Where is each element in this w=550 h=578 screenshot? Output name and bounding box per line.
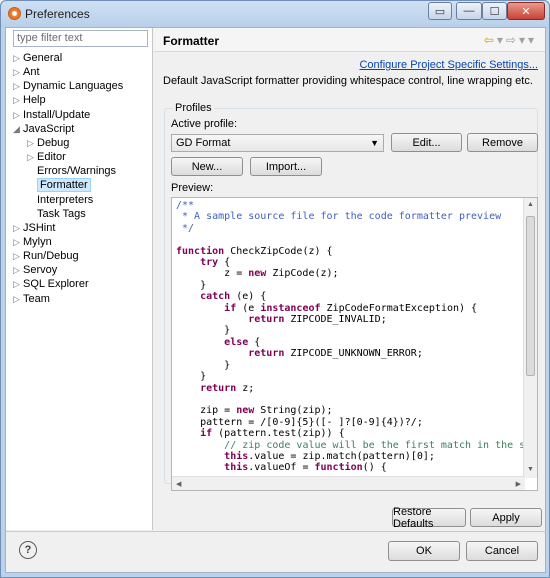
tree-item[interactable]: ▷ Run/Debug	[13, 249, 79, 263]
separator	[6, 531, 547, 532]
chevron-down-icon: ▼	[370, 138, 379, 148]
ok-button[interactable]: OK	[388, 541, 460, 561]
collapsed-twisty-icon[interactable]: ▷	[13, 221, 23, 235]
collapsed-twisty-icon[interactable]: ▷	[13, 65, 23, 79]
project-settings-link[interactable]: Configure Project Specific Settings...	[359, 59, 538, 71]
page-header: Formatter ⇦▾⇨▾▾	[154, 28, 545, 52]
tree-item-label: Servoy	[23, 264, 58, 277]
tree-item[interactable]: ▷ Ant	[13, 65, 40, 79]
page-title: Formatter	[163, 34, 220, 48]
preference-page: Formatter ⇦▾⇨▾▾ Configure Project Specif…	[154, 28, 545, 530]
tree-item[interactable]: Formatter	[27, 178, 91, 193]
tree-item-label: SQL Explorer	[23, 278, 89, 291]
close-button[interactable]: ✕	[507, 2, 545, 20]
tree-item[interactable]: ▷ Team	[13, 292, 50, 306]
filter-input[interactable]: type filter text	[13, 30, 148, 47]
scroll-right-icon[interactable]: ▶	[516, 480, 521, 488]
tree-item-label: Editor	[37, 151, 66, 164]
preview-label: Preview:	[171, 182, 214, 194]
tree-item[interactable]: ▷ Servoy	[13, 263, 57, 277]
import-button[interactable]: Import...	[250, 157, 322, 176]
collapsed-twisty-icon[interactable]: ▷	[13, 263, 23, 277]
tree-item-label: Debug	[37, 136, 70, 149]
tree-item[interactable]: ▷ SQL Explorer	[13, 277, 89, 291]
new-button[interactable]: New...	[171, 157, 243, 176]
scroll-left-icon[interactable]: ◀	[176, 480, 181, 488]
collapsed-twisty-icon[interactable]: ▷	[13, 51, 23, 65]
collapsed-twisty-icon[interactable]: ▷	[13, 93, 23, 107]
tree-item-label: Task Tags	[37, 207, 86, 220]
collapsed-twisty-icon[interactable]: ▷	[13, 277, 23, 291]
active-profile-label: Active profile:	[171, 118, 238, 130]
collapsed-twisty-icon[interactable]: ▷	[27, 136, 37, 150]
active-profile-select[interactable]: GD Format ▼	[171, 134, 384, 152]
restore-icon[interactable]: ▭	[428, 2, 452, 20]
tree-item[interactable]: ▷ JSHint	[13, 221, 55, 235]
tree-item[interactable]: Interpreters	[27, 193, 93, 207]
tree-item[interactable]: ▷ Editor	[27, 150, 66, 164]
collapsed-twisty-icon[interactable]: ▷	[13, 249, 23, 263]
tree-item-label: Formatter	[37, 178, 91, 193]
code-preview-text: /** * A sample source file for the code …	[176, 200, 538, 474]
preferences-window: Preferences ▭ — ☐ ✕ type filter text ▷ Ge…	[0, 0, 550, 578]
help-icon[interactable]: ?	[19, 541, 37, 559]
preference-tree: type filter text ▷ General ▷ Ant ▷ Dynamic La…	[6, 28, 153, 530]
scroll-down-icon[interactable]: ▼	[527, 466, 534, 473]
tree-item[interactable]: ▷ Debug	[27, 136, 69, 150]
tree-item-label: Mylyn	[23, 235, 52, 248]
tree-item-label: Dynamic Languages	[23, 80, 124, 93]
tree-item[interactable]: Errors/Warnings	[27, 164, 116, 178]
tree-item-label: Interpreters	[37, 193, 94, 206]
cancel-button[interactable]: Cancel	[466, 541, 538, 561]
restore-defaults-button[interactable]: Restore Defaults	[392, 506, 466, 530]
tree-item[interactable]: ▷ Mylyn	[13, 235, 52, 249]
scroll-up-icon[interactable]: ▲	[527, 201, 534, 208]
collapsed-twisty-icon[interactable]: ▷	[27, 150, 37, 164]
tree-item[interactable]: ▷ Dynamic Languages	[13, 79, 123, 93]
title-bar[interactable]: Preferences ▭ — ☐ ✕	[1, 1, 549, 27]
tree-item-label: Ant	[23, 66, 40, 79]
apply-button[interactable]: Apply	[470, 508, 542, 527]
eclipse-icon	[8, 7, 21, 20]
dialog-client-area: type filter text ▷ General ▷ Ant ▷ Dynamic La…	[5, 27, 547, 573]
collapsed-twisty-icon[interactable]: ▷	[13, 235, 23, 249]
minimize-button[interactable]: —	[456, 2, 482, 20]
code-preview[interactable]: /** * A sample source file for the code …	[171, 197, 538, 491]
horizontal-scrollbar[interactable]: ◀ ▶	[172, 476, 525, 490]
page-description: Default JavaScript formatter providing w…	[163, 75, 533, 87]
tree-item[interactable]: ◢ JavaScript	[13, 122, 74, 136]
tree-item-label: Errors/Warnings	[37, 165, 117, 178]
tree-item[interactable]: ▷ General	[13, 51, 62, 65]
tree-item-label: Team	[23, 292, 50, 305]
tree-item-label: JavaScript	[23, 122, 75, 135]
profiles-group-label: Profiles	[173, 102, 214, 114]
tree-item-label: Help	[23, 94, 46, 107]
tree-item-label: Install/Update	[23, 108, 91, 121]
maximize-button[interactable]: ☐	[482, 2, 507, 20]
tree-item[interactable]: ▷ Install/Update	[13, 108, 90, 122]
collapsed-twisty-icon[interactable]: ▷	[13, 108, 23, 122]
tree-item-label: General	[23, 52, 63, 64]
active-profile-value: GD Format	[176, 137, 231, 149]
tree-item-label: Run/Debug	[23, 250, 79, 263]
tree-item[interactable]: Task Tags	[27, 207, 86, 221]
collapsed-twisty-icon[interactable]: ▷	[13, 292, 23, 306]
tree-item-label: JSHint	[23, 221, 56, 234]
expanded-twisty-icon[interactable]: ◢	[13, 122, 23, 136]
vertical-scrollbar[interactable]: ▲ ▼	[523, 198, 537, 478]
window-title: Preferences	[25, 7, 90, 21]
edit-button[interactable]: Edit...	[391, 133, 462, 152]
remove-button[interactable]: Remove	[467, 133, 538, 152]
history-nav[interactable]: ⇦▾⇨▾▾	[484, 33, 537, 47]
tree-item[interactable]: ▷ Help	[13, 93, 46, 107]
scroll-thumb[interactable]	[526, 216, 535, 376]
collapsed-twisty-icon[interactable]: ▷	[13, 79, 23, 93]
